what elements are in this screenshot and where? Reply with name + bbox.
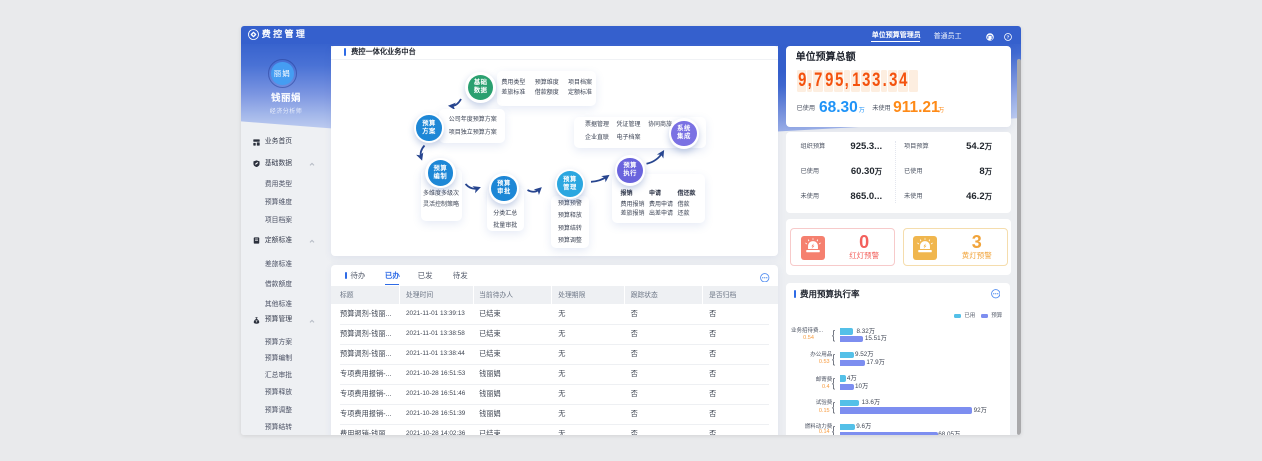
- svg-text:?: ?: [1006, 34, 1009, 40]
